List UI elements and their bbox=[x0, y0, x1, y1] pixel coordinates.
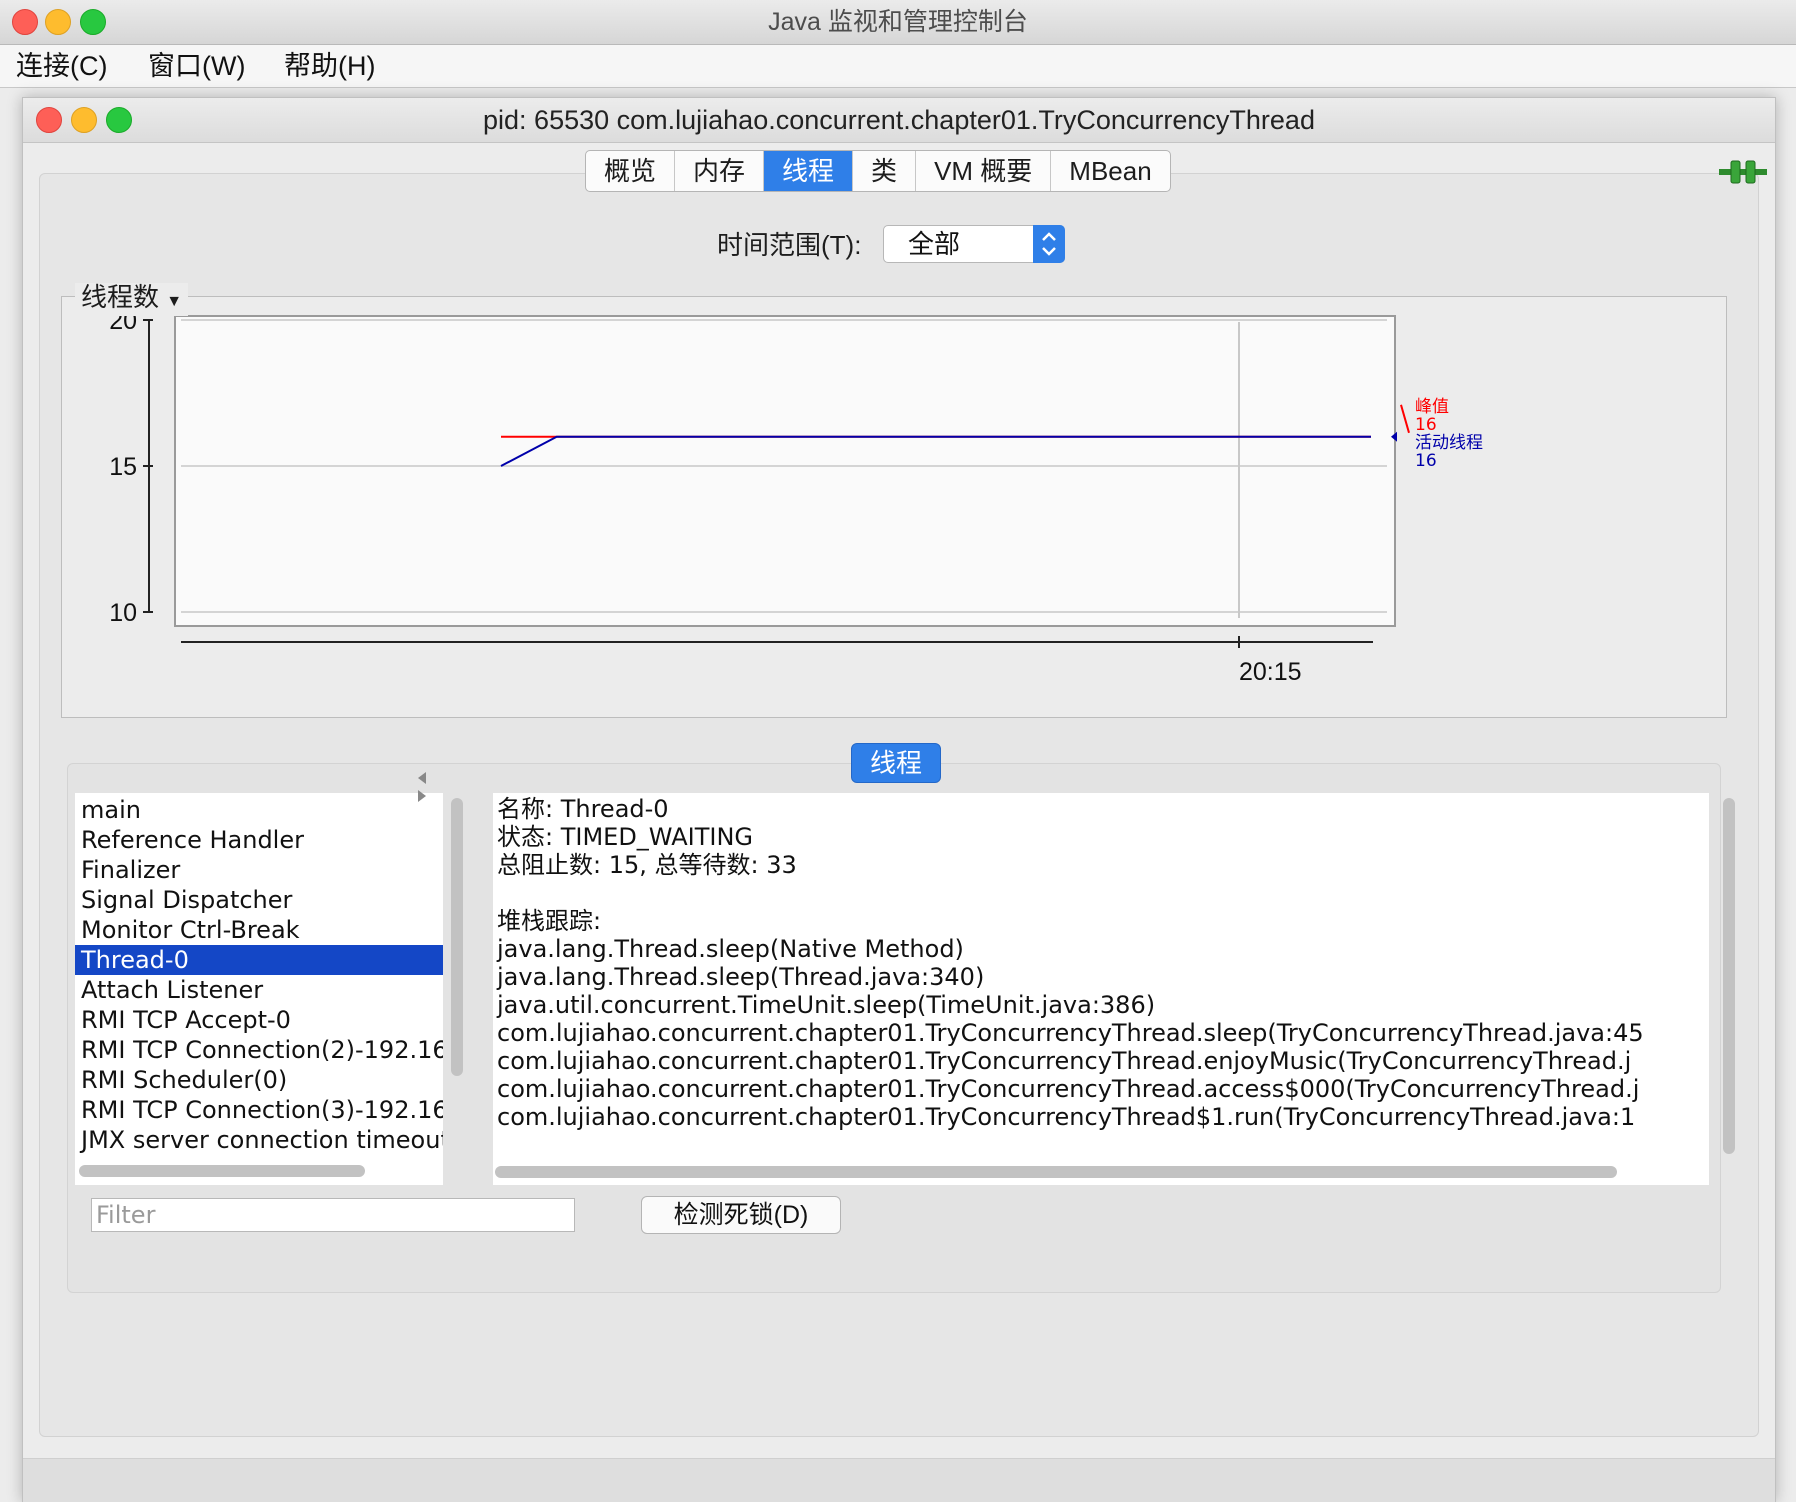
thread-list-item[interactable]: Signal Dispatcher bbox=[75, 885, 443, 915]
thread-detail-line: com.lujiahao.concurrent.chapter01.TryCon… bbox=[497, 1075, 1640, 1103]
thread-list[interactable]: main Reference Handler Finalizer Signal Dis… bbox=[75, 793, 443, 1185]
thread-list-item[interactable]: RMI Scheduler(0) bbox=[75, 1065, 443, 1095]
detail-vertical-scrollbar[interactable] bbox=[1723, 798, 1735, 1154]
inner-window-title: pid: 65530 com.lujiahao.concurrent.chapt… bbox=[483, 105, 1315, 135]
thread-list-item[interactable]: Monitor Ctrl-Break bbox=[75, 915, 443, 945]
splitter-arrows-icon[interactable] bbox=[415, 770, 429, 810]
outer-window: Java 监视和管理控制台 连接(C) 窗口(W) 帮助(H) pid: 655… bbox=[0, 0, 1796, 1502]
threads-section-label: 线程 bbox=[851, 743, 941, 783]
thread-list-item[interactable]: Finalizer bbox=[75, 855, 443, 885]
thread-list-vertical-scrollbar[interactable] bbox=[451, 798, 463, 1076]
menu-help[interactable]: 帮助(H) bbox=[284, 45, 375, 87]
tab-classes[interactable]: 类 bbox=[853, 151, 917, 191]
thread-detail-pane: 名称: Thread-0 状态: TIMED_WAITING 总阻止数: 15, 总… bbox=[493, 793, 1709, 1185]
thread-list-item[interactable]: Attach Listener bbox=[75, 975, 443, 1005]
time-range-value: 全部 bbox=[908, 229, 961, 259]
thread-count-chart: 10152020:15峰值16活动线程16 bbox=[109, 307, 1483, 686]
thread-detail-line: 名称: Thread-0 bbox=[497, 795, 669, 823]
thread-list-item[interactable]: main bbox=[75, 795, 443, 825]
connection-status-icon bbox=[1719, 160, 1767, 184]
thread-detail-line: java.util.concurrent.TimeUnit.sleep(Time… bbox=[497, 991, 1156, 1019]
chart-title: 线程数 bbox=[81, 282, 160, 312]
thread-list-item[interactable]: JMX server connection timeout 1 bbox=[75, 1125, 443, 1155]
detail-horizontal-scrollbar[interactable] bbox=[495, 1166, 1617, 1178]
tab-overview[interactable]: 概览 bbox=[586, 151, 676, 191]
tab-vm-summary[interactable]: VM 概要 bbox=[916, 151, 1052, 191]
select-stepper-icon bbox=[1033, 225, 1065, 263]
thread-filter-input[interactable]: Filter bbox=[91, 1198, 575, 1232]
menu-bar: 连接(C) 窗口(W) 帮助(H) bbox=[0, 45, 1796, 88]
plot-area bbox=[174, 315, 1396, 627]
outer-titlebar: Java 监视和管理控制台 bbox=[0, 0, 1796, 45]
legend-peak-name: 峰值 bbox=[1415, 397, 1449, 417]
thread-list-item[interactable]: Thread-0 bbox=[75, 945, 443, 975]
peak-leader-line bbox=[1400, 404, 1410, 434]
menu-connection[interactable]: 连接(C) bbox=[16, 45, 107, 87]
app-title: Java 监视和管理控制台 bbox=[768, 8, 1028, 36]
tab-memory[interactable]: 内存 bbox=[675, 151, 765, 191]
legend-peak-value: 16 bbox=[1415, 415, 1437, 435]
tab-mbean[interactable]: MBean bbox=[1051, 151, 1169, 191]
y-tick-label: 15 bbox=[109, 453, 137, 481]
tab-bar: 概览 内存 线程 类 VM 概要 MBean bbox=[585, 150, 1171, 192]
thread-detail-line: 堆栈跟踪: bbox=[497, 907, 602, 935]
inner-window: pid: 65530 com.lujiahao.concurrent.chapt… bbox=[22, 97, 1776, 1502]
thread-detail-line: 总阻止数: 15, 总等待数: 33 bbox=[497, 851, 797, 879]
thread-detail-line: java.lang.Thread.sleep(Thread.java:340) bbox=[497, 963, 985, 991]
thread-detail-line: 状态: TIMED_WAITING bbox=[497, 823, 754, 851]
thread-list-item[interactable]: Reference Handler bbox=[75, 825, 443, 855]
bottom-strip bbox=[23, 1458, 1775, 1502]
thread-detail-line: java.lang.Thread.sleep(Native Method) bbox=[497, 935, 964, 963]
thread-detail-line: com.lujiahao.concurrent.chapter01.TryCon… bbox=[497, 1019, 1644, 1047]
dropdown-arrow-icon: ▼ bbox=[166, 293, 183, 310]
menu-window[interactable]: 窗口(W) bbox=[148, 45, 245, 87]
thread-list-horizontal-scrollbar[interactable] bbox=[79, 1165, 365, 1177]
legend-active-name: 活动线程 bbox=[1415, 433, 1483, 453]
y-tick-label: 10 bbox=[109, 599, 137, 627]
thread-detail-line: com.lujiahao.concurrent.chapter01.TryCon… bbox=[497, 1103, 1636, 1131]
thread-list-item[interactable]: RMI TCP Connection(3)-192.16 bbox=[75, 1095, 443, 1125]
thread-list-item[interactable]: RMI TCP Accept-0 bbox=[75, 1005, 443, 1035]
detect-deadlock-button[interactable]: 检测死锁(D) bbox=[641, 1196, 841, 1234]
chart-title-dropdown[interactable]: 线程数 ▼ bbox=[75, 282, 189, 316]
thread-list-item[interactable]: RMI TCP Connection(2)-192.16 bbox=[75, 1035, 443, 1065]
time-range-select[interactable]: 全部 bbox=[883, 225, 1065, 263]
inner-titlebar: pid: 65530 com.lujiahao.concurrent.chapt… bbox=[23, 98, 1775, 143]
time-range-label: 时间范围(T): bbox=[717, 230, 862, 260]
x-tick-label: 20:15 bbox=[1239, 658, 1302, 686]
tab-threads[interactable]: 线程 bbox=[764, 151, 854, 191]
legend-active-value: 16 bbox=[1415, 451, 1437, 471]
thread-detail-line: com.lujiahao.concurrent.chapter01.TryCon… bbox=[497, 1047, 1632, 1075]
